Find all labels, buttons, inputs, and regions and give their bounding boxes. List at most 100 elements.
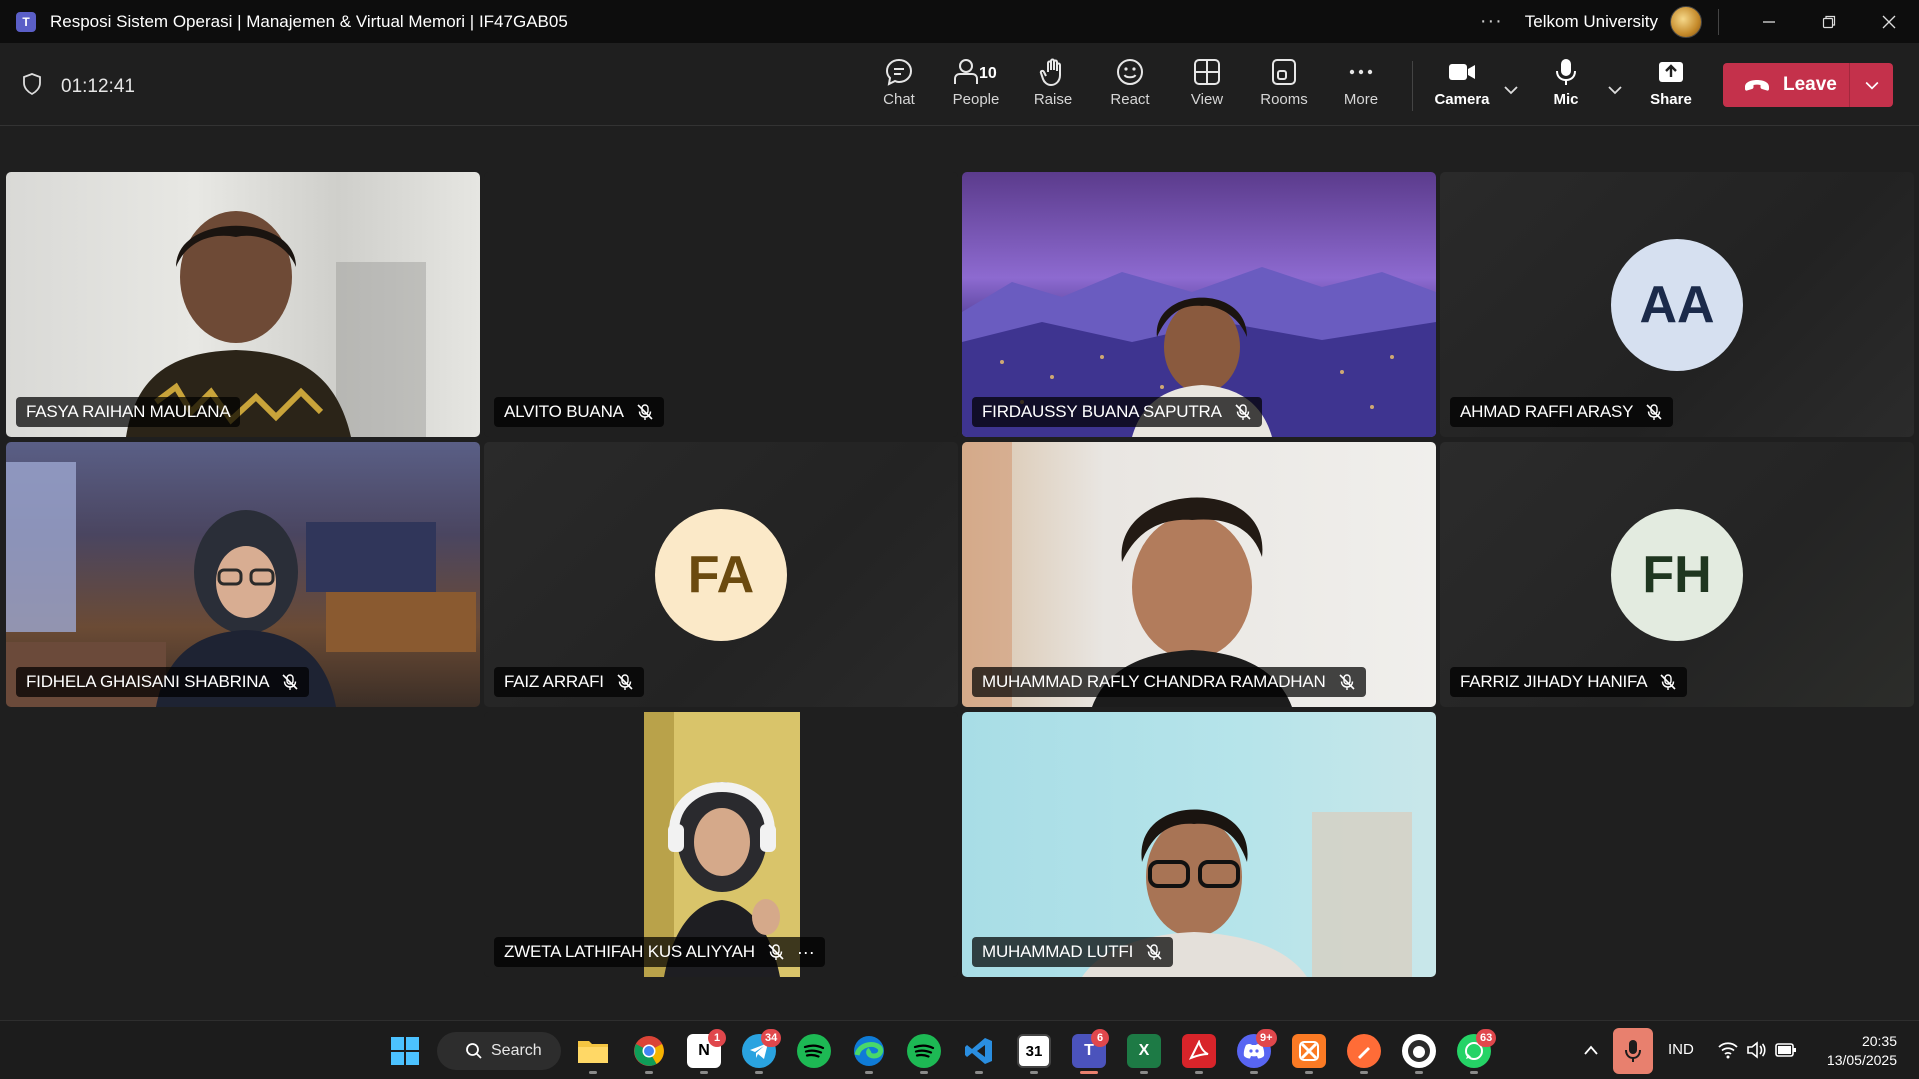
people-icon <box>954 59 978 84</box>
window-title: Resposi Sistem Operasi | Manajemen & Vir… <box>50 11 568 31</box>
mic-off-icon <box>1660 674 1677 690</box>
shield-icon[interactable] <box>22 73 42 95</box>
battery-icon[interactable] <box>1774 1041 1798 1059</box>
input-language[interactable]: IND <box>1668 1041 1694 1058</box>
profile-avatar[interactable] <box>1670 5 1702 38</box>
xampp-icon[interactable] <box>1292 1034 1326 1068</box>
leave-button[interactable]: Leave <box>1723 63 1893 107</box>
more-options-icon[interactable]: ··· <box>1480 10 1503 33</box>
name-label: ALVITO BUANA <box>494 397 664 427</box>
title-bar: T Resposi Sistem Operasi | Manajemen & V… <box>0 0 1919 43</box>
wifi-icon[interactable] <box>1718 1041 1738 1059</box>
github-desktop-icon[interactable] <box>1402 1034 1436 1068</box>
chevron-down-icon <box>1865 81 1878 90</box>
postman-icon[interactable] <box>1347 1034 1381 1068</box>
name-label: AHMAD RAFFI ARASY <box>1450 397 1674 427</box>
mic-options-chevron-icon[interactable] <box>1603 78 1627 102</box>
people-count: 10 <box>979 65 997 82</box>
name-label: FARRIZ JIHADY HANIFA <box>1450 667 1688 697</box>
running-indicator <box>755 1071 763 1074</box>
participant-tile[interactable]: ZWETA LATHIFAH KUS ALIYYAH ··· <box>484 712 958 977</box>
camera-button[interactable]: Camera <box>1427 57 1497 117</box>
taskbar-clock[interactable]: 20:35 13/05/2025 <box>1827 1032 1897 1070</box>
spotify-icon[interactable] <box>797 1034 831 1068</box>
running-indicator <box>1195 1071 1203 1074</box>
restore-button[interactable] <box>1799 0 1859 43</box>
participant-tile[interactable]: FIDHELA GHAISANI SHABRINA <box>6 442 480 707</box>
show-hidden-icons-chevron-icon[interactable] <box>1583 1043 1599 1057</box>
participant-name: AHMAD RAFFI ARASY <box>1460 402 1634 421</box>
vscode-icon[interactable] <box>962 1034 996 1068</box>
participant-more-icon[interactable]: ··· <box>797 942 815 963</box>
org-name[interactable]: Telkom University <box>1525 12 1658 32</box>
edge-icon[interactable] <box>852 1034 886 1068</box>
participant-tile[interactable]: FASYA RAIHAN MAULANA <box>6 172 480 437</box>
mic-icon <box>1625 1040 1641 1062</box>
more-button[interactable]: More <box>1326 57 1396 117</box>
share-icon <box>1659 62 1683 82</box>
meeting-toolbar: 01:12:41 Chat 10 People Raise React View… <box>0 43 1919 126</box>
leave-options-button[interactable] <box>1850 75 1893 95</box>
participant-tile[interactable]: AA AHMAD RAFFI ARASY <box>1440 172 1914 437</box>
file-explorer-icon[interactable] <box>576 1034 610 1068</box>
participant-tile[interactable]: FH FARRIZ JIHADY HANIFA <box>1440 442 1914 707</box>
chrome-icon[interactable] <box>632 1034 666 1068</box>
chat-button[interactable]: Chat <box>864 57 934 117</box>
close-icon <box>1882 15 1896 28</box>
start-button[interactable] <box>388 1034 422 1068</box>
leave-main[interactable]: Leave <box>1723 63 1849 107</box>
mic-off-icon <box>637 404 653 420</box>
clock-time: 20:35 <box>1861 1033 1897 1049</box>
react-button[interactable]: React <box>1095 57 1165 117</box>
leave-label: Leave <box>1783 74 1837 95</box>
active-indicator <box>1080 1071 1098 1074</box>
windows-logo-icon <box>391 1037 419 1065</box>
search-icon <box>466 1043 482 1059</box>
mic-in-use-indicator[interactable] <box>1613 1028 1653 1074</box>
acrobat-icon[interactable] <box>1182 1034 1216 1068</box>
smile-icon <box>1117 59 1143 85</box>
close-button[interactable] <box>1859 0 1919 43</box>
taskbar-search[interactable]: Search <box>437 1032 561 1070</box>
share-button[interactable]: Share <box>1636 57 1706 117</box>
participant-name: FIRDAUSSY BUANA SAPUTRA <box>982 402 1222 421</box>
meeting-timer: 01:12:41 <box>61 76 135 97</box>
mic-off-icon <box>1146 944 1162 960</box>
participant-tile[interactable]: FA FAIZ ARRAFI <box>484 442 958 707</box>
running-indicator <box>1360 1071 1368 1074</box>
mic-label: Mic <box>1553 91 1579 108</box>
toolbar-divider <box>1412 61 1413 111</box>
view-label: View <box>1190 91 1224 108</box>
volume-icon[interactable] <box>1746 1041 1766 1059</box>
rooms-button[interactable]: Rooms <box>1249 57 1319 117</box>
view-button[interactable]: View <box>1172 57 1242 117</box>
participant-name: MUHAMMAD LUTFI <box>982 942 1134 961</box>
name-label: FASYA RAIHAN MAULANA <box>16 397 241 427</box>
phone-hangup-icon <box>1745 80 1769 91</box>
participant-name: ZWETA LATHIFAH KUS ALIYYAH <box>504 942 755 961</box>
camera-options-chevron-icon[interactable] <box>1499 78 1523 102</box>
calendar-icon[interactable]: 31 <box>1017 1034 1051 1068</box>
mic-button[interactable]: Mic <box>1531 57 1601 117</box>
teams-icon: T <box>16 11 36 32</box>
people-button[interactable]: 10 People <box>941 57 1011 117</box>
running-indicator <box>865 1071 873 1074</box>
minimize-button[interactable] <box>1739 0 1799 43</box>
chat-icon <box>885 58 913 86</box>
participant-tile[interactable]: MUHAMMAD RAFLY CHANDRA RAMADHAN <box>962 442 1436 707</box>
running-indicator <box>1140 1071 1148 1074</box>
minimize-icon <box>1763 20 1775 23</box>
running-indicator <box>589 1071 597 1074</box>
excel-icon[interactable]: X <box>1127 1034 1161 1068</box>
camera-label: Camera <box>1434 91 1490 108</box>
restore-icon <box>1822 15 1836 28</box>
participant-tile[interactable]: FIRDAUSSY BUANA SAPUTRA <box>962 172 1436 437</box>
raise-hand-button[interactable]: Raise <box>1018 57 1088 117</box>
participant-tile[interactable]: MUHAMMAD LUTFI <box>962 712 1436 977</box>
running-indicator <box>975 1071 983 1074</box>
running-indicator <box>1030 1071 1038 1074</box>
participant-tile[interactable]: ALVITO BUANA <box>484 172 958 437</box>
running-indicator <box>1250 1071 1258 1074</box>
spotify-green-icon[interactable] <box>907 1034 941 1068</box>
name-label: MUHAMMAD RAFLY CHANDRA RAMADHAN <box>972 667 1366 697</box>
